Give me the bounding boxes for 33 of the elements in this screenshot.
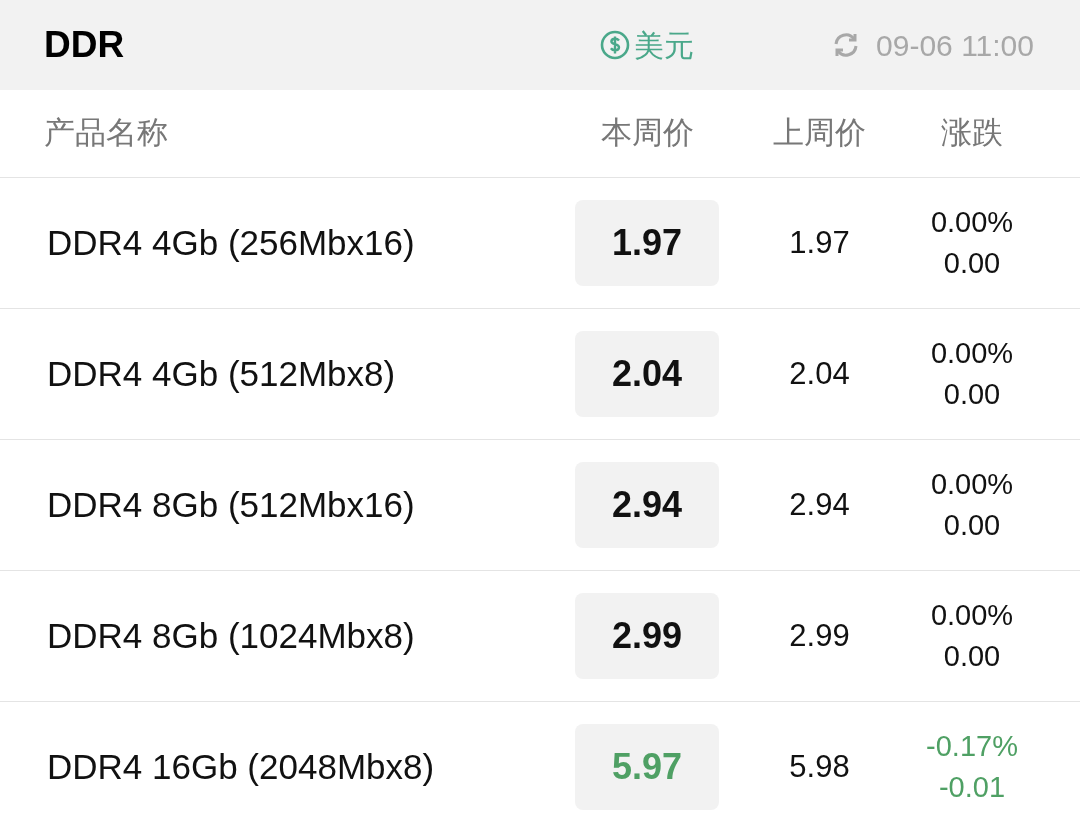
change-percent: 0.00%: [930, 598, 1014, 634]
last-week-price: 2.99: [789, 617, 850, 653]
change-value: -0.01: [938, 770, 1006, 805]
product-name: DDR4 8Gb (1024Mbx8): [47, 615, 415, 655]
change-percent: 0.00%: [930, 205, 1014, 241]
change-value: 0.00: [943, 508, 1001, 543]
product-name: DDR4 4Gb (512Mbx8): [47, 353, 396, 393]
update-time: 09-06 11:00: [876, 27, 1034, 64]
column-header: 产品名称: [44, 115, 168, 151]
currency-toggle[interactable]: 美元: [600, 22, 695, 68]
price-cell: 2.99: [575, 593, 719, 679]
column-header: 涨跌: [941, 115, 1003, 151]
dollar-coin-icon: [600, 30, 631, 60]
last-week-price: 2.04: [789, 355, 850, 391]
change-percent: 0.00%: [930, 336, 1014, 372]
last-week-price: 2.94: [789, 486, 850, 522]
last-week-price: 5.98: [789, 748, 850, 784]
price-cell: 2.04: [575, 331, 719, 417]
change-value: 0.00: [943, 639, 1001, 674]
price-cell: 5.97: [575, 724, 719, 810]
change-value: 0.00: [943, 246, 1001, 281]
product-name: DDR4 16Gb (2048Mbx8): [47, 746, 435, 786]
change-percent: -0.17%: [926, 729, 1018, 765]
change-value: 0.00: [943, 377, 1001, 412]
column-header: 上周价: [773, 115, 866, 151]
change-percent: 0.00%: [930, 467, 1014, 503]
last-week-price: 1.97: [789, 224, 850, 260]
price-cell: 1.97: [575, 200, 719, 286]
page-title: DDR: [44, 23, 125, 68]
price-cell: 2.94: [575, 462, 719, 548]
product-name: DDR4 8Gb (512Mbx16): [47, 484, 415, 524]
column-header: 本周价: [600, 115, 694, 151]
product-name: DDR4 4Gb (256Mbx16): [47, 222, 415, 262]
